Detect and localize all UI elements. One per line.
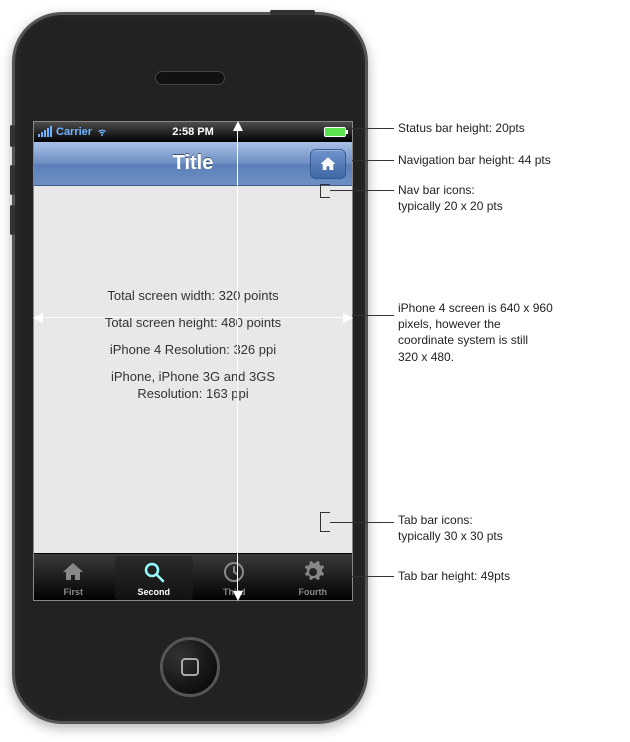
content-width-line: Total screen width: 320 points (34, 288, 352, 303)
home-button[interactable] (160, 637, 220, 697)
mute-switch (10, 125, 15, 147)
nav-title: Title (173, 152, 214, 175)
tab-bar: First Second Third (34, 553, 352, 601)
screen: Carrier 2:58 PM Title (33, 121, 353, 601)
bracket (320, 512, 330, 532)
annotation-nav-icons: Nav bar icons: typically 20 x 20 pts (398, 182, 628, 214)
leader-line (330, 190, 394, 191)
signal-bars-icon (38, 127, 52, 137)
clock-icon (221, 559, 247, 585)
leader-line (352, 315, 394, 316)
leader-line (352, 160, 394, 161)
height-dimension-arrow (237, 123, 238, 599)
volume-up (10, 165, 15, 195)
diagram-canvas: Carrier 2:58 PM Title (0, 0, 630, 742)
leader-line (352, 576, 394, 577)
annotation-tab-bar: Tab bar height: 49pts (398, 568, 628, 584)
tab-fourth[interactable]: Fourth (274, 554, 353, 601)
iphone-frame: Carrier 2:58 PM Title (12, 12, 368, 724)
status-bar: Carrier 2:58 PM (34, 122, 352, 142)
leader-line (330, 522, 394, 523)
power-button (270, 10, 315, 15)
tab-label: Second (137, 587, 170, 597)
volume-down (10, 205, 15, 235)
content-area: Total screen width: 320 points Total scr… (34, 186, 352, 553)
nav-home-button[interactable] (310, 149, 346, 179)
annotation-screen-note: iPhone 4 screen is 640 x 960 pixels, how… (398, 300, 628, 365)
width-dimension-arrow (35, 317, 351, 318)
gear-icon (300, 559, 326, 585)
tab-label: Fourth (299, 587, 328, 597)
annotation-status-bar: Status bar height: 20pts (398, 120, 628, 136)
tab-second[interactable]: Second (115, 556, 194, 600)
status-time: 2:58 PM (172, 126, 214, 138)
content-resold-line2: Resolution: 163 ppi (34, 386, 352, 401)
home-icon (60, 559, 86, 585)
content-resold-line1: iPhone, iPhone 3G and 3GS (34, 369, 352, 384)
content-res4-line: iPhone 4 Resolution: 326 ppi (34, 342, 352, 357)
battery-icon (324, 127, 346, 137)
status-right (324, 127, 352, 137)
tab-label: First (63, 587, 83, 597)
home-button-square-icon (181, 658, 199, 676)
carrier-label: Carrier (56, 126, 92, 138)
navigation-bar: Title (34, 142, 352, 186)
leader-line (352, 128, 394, 129)
search-icon (141, 559, 167, 585)
home-icon (319, 155, 337, 173)
annotation-tab-icons: Tab bar icons: typically 30 x 30 pts (398, 512, 628, 544)
tab-first[interactable]: First (34, 554, 113, 601)
bracket (320, 184, 330, 198)
earpiece (155, 71, 225, 85)
wifi-icon (96, 126, 108, 138)
annotation-nav-bar: Navigation bar height: 44 pts (398, 152, 628, 168)
status-left: Carrier (34, 126, 108, 138)
